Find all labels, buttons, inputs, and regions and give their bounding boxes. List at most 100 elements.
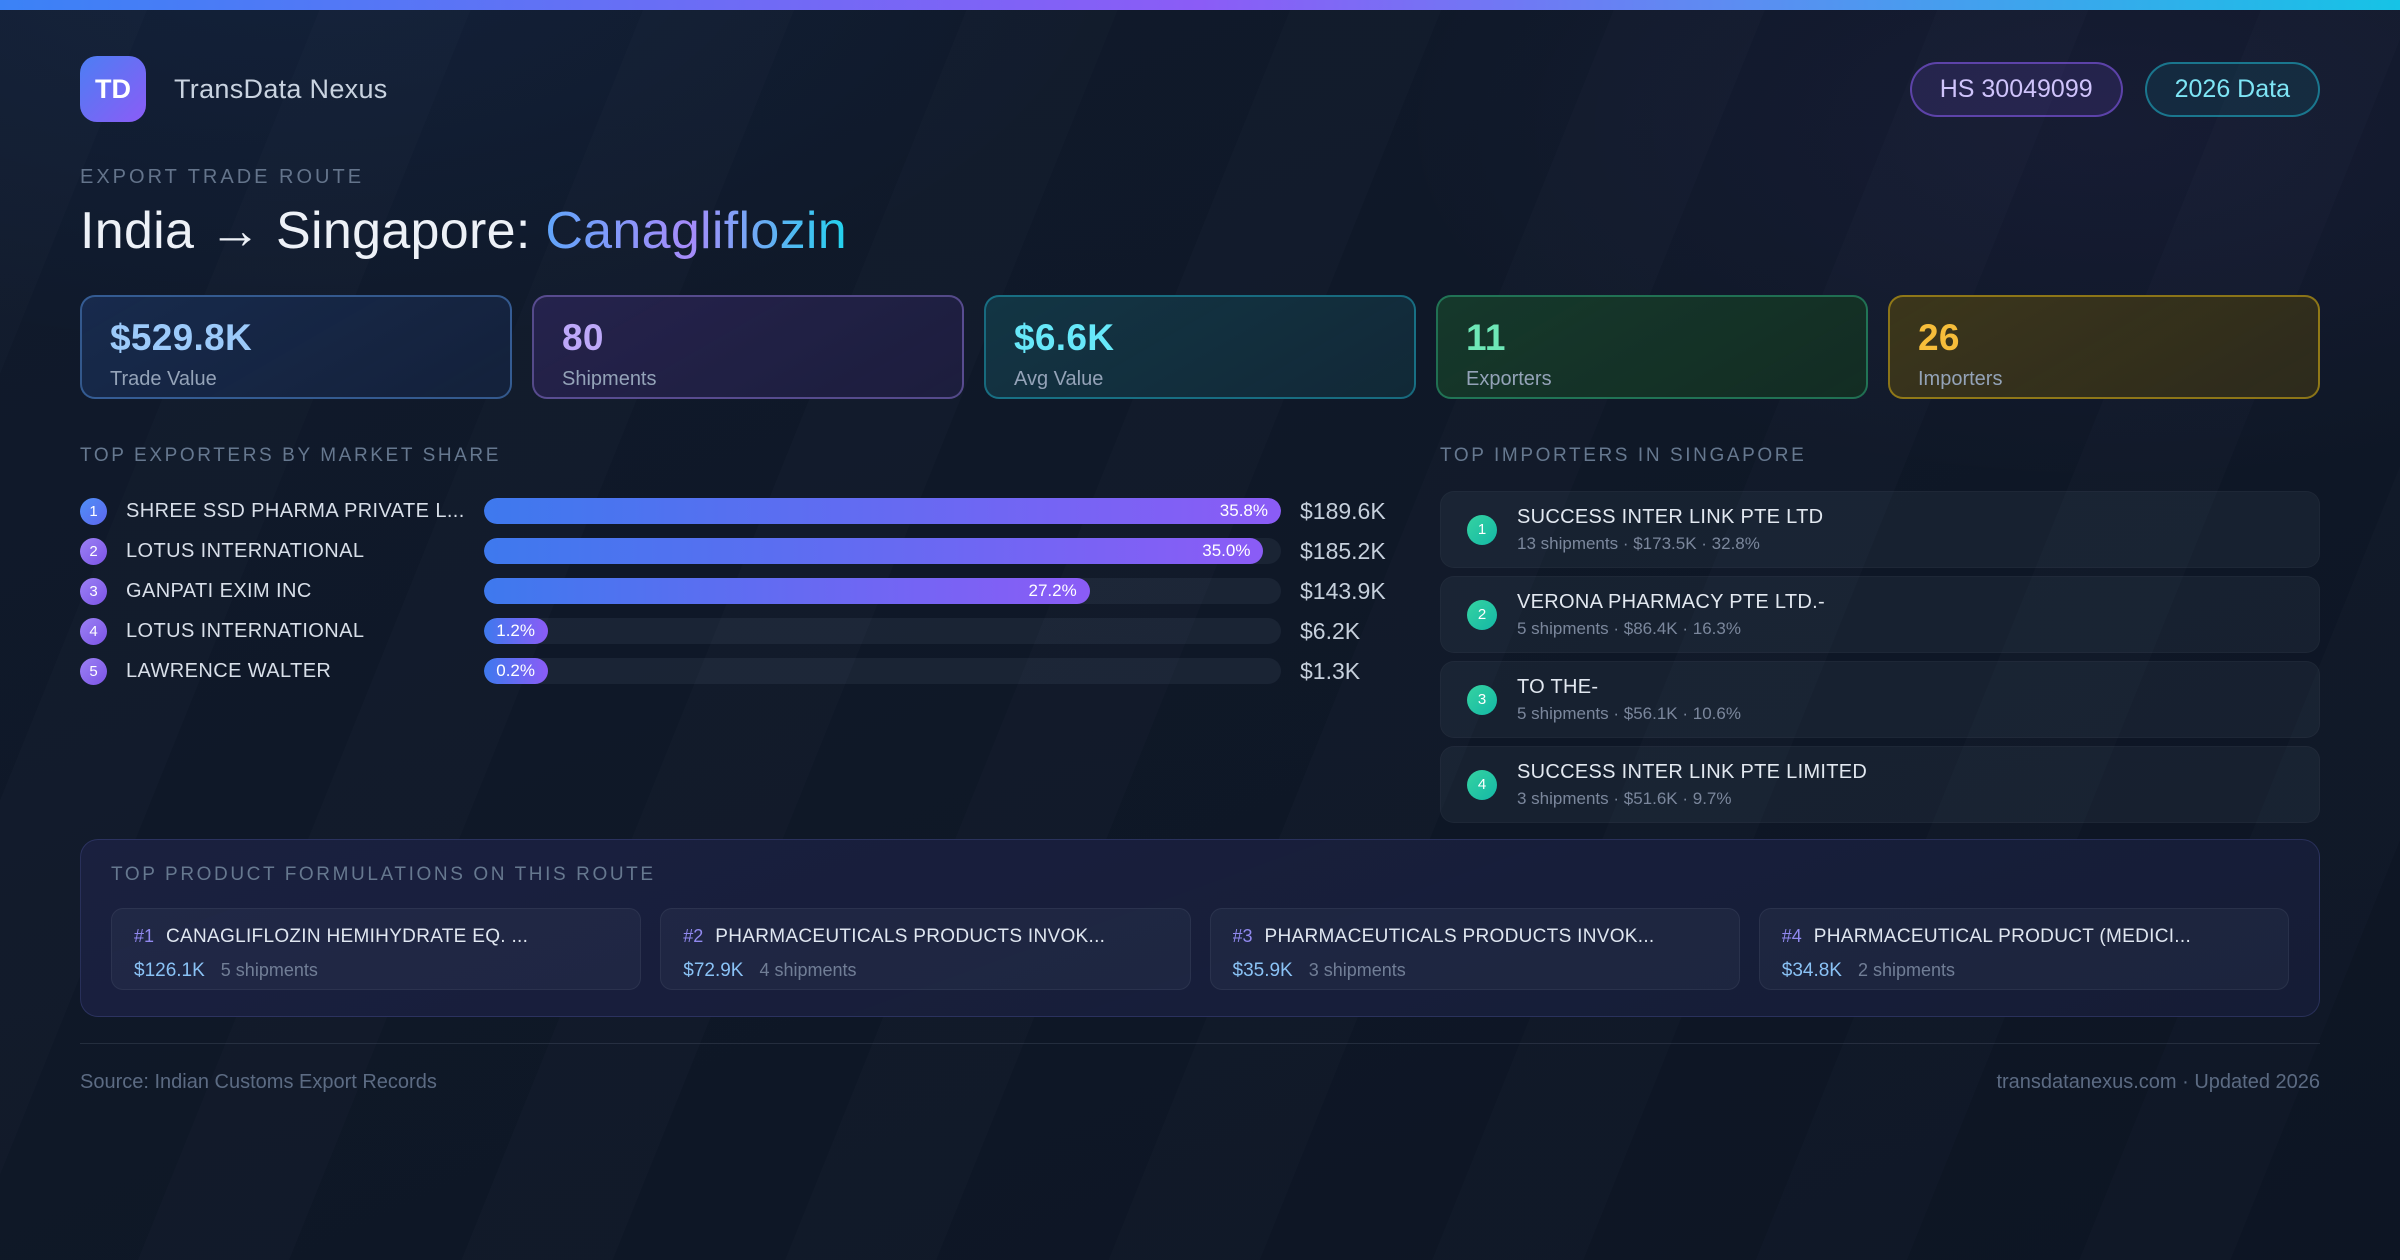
- formulation-shipments: 5 shipments: [220, 960, 318, 980]
- stat-card: $6.6K Avg Value: [984, 295, 1416, 399]
- rank-badge: 2: [1467, 599, 1497, 630]
- market-share-percent: 27.2%: [1028, 581, 1077, 600]
- exporter-trade-value: $189.6K: [1300, 497, 1386, 524]
- stat-label: Trade Value: [110, 368, 217, 390]
- product-title: Canagliflozin: [545, 202, 847, 260]
- formulation-value: $35.9K: [1232, 960, 1293, 981]
- exporter-row[interactable]: 2 LOTUS INTERNATIONAL 35.0% $185.2K: [80, 531, 1386, 571]
- formulation-stats: $34.8K 2 shipments: [1782, 960, 2266, 982]
- formulation-name: PHARMACEUTICALS PRODUCTS INVOK...: [715, 926, 1106, 947]
- market-share-bar: 35.8%: [484, 498, 1281, 524]
- importers-list: 1 SUCCESS INTER LINK PTE LTD 13 shipment…: [1440, 491, 2320, 823]
- rank-badge: 1: [1467, 514, 1497, 545]
- formulation-value: $126.1K: [134, 960, 205, 981]
- site-note: transdatanexus.com · Updated 2026: [1996, 1071, 2320, 1093]
- stat-value: 26: [1918, 317, 1960, 358]
- market-share-percent: 0.2%: [496, 661, 535, 680]
- formulations-list: #1 CANAGLIFLOZIN HEMIHYDRATE EQ. ... $12…: [111, 908, 2289, 990]
- formulation-name: PHARMACEUTICAL PRODUCT (MEDICI...: [1813, 926, 2192, 947]
- stat-value: 80: [562, 317, 604, 358]
- stat-value: $529.8K: [110, 317, 252, 358]
- formulation-header: #1 CANAGLIFLOZIN HEMIHYDRATE EQ. ...: [134, 926, 618, 948]
- importer-info: VERONA PHARMACY PTE LTD.- 5 shipments · …: [1517, 591, 1825, 639]
- importer-name: SUCCESS INTER LINK PTE LIMITED: [1517, 760, 1868, 783]
- stat-label: Importers: [1918, 368, 2003, 390]
- importer-meta: 13 shipments · $173.5K · 32.8%: [1517, 533, 1760, 553]
- stat-card: $529.8K Trade Value: [80, 295, 512, 399]
- formulation-rank: #1: [134, 926, 155, 946]
- stat-value: 11: [1466, 317, 1506, 358]
- importers-section: TOP IMPORTERS IN SINGAPORE 1 SUCCESS INT…: [1440, 445, 2320, 831]
- brand: TD TransData Nexus: [80, 56, 388, 122]
- exporters-list: 1 SHREE SSD PHARMA PRIVATE L... 35.8% $1…: [80, 491, 1386, 691]
- app-name: TransData Nexus: [174, 73, 388, 104]
- exporter-row[interactable]: 5 LAWRENCE WALTER 0.2% $1.3K: [80, 651, 1377, 691]
- formulation-card[interactable]: #2 PHARMACEUTICALS PRODUCTS INVOK... $72…: [660, 908, 1191, 990]
- importer-card[interactable]: 4 SUCCESS INTER LINK PTE LIMITED 3 shipm…: [1440, 746, 2320, 823]
- rank-badge: 5: [80, 657, 107, 685]
- header-badges: HS 30049099 2026 Data: [1909, 61, 2320, 117]
- year-data-badge[interactable]: 2026 Data: [2144, 61, 2320, 117]
- importer-card[interactable]: 3 TO THE- 5 shipments · $56.1K · 10.6%: [1440, 661, 2320, 738]
- formulation-header: #4 PHARMACEUTICAL PRODUCT (MEDICI...: [1782, 926, 2266, 948]
- formulations-panel: TOP PRODUCT FORMULATIONS ON THIS ROUTE #…: [80, 839, 2320, 1017]
- exporter-row[interactable]: 1 SHREE SSD PHARMA PRIVATE L... 35.8% $1…: [80, 491, 1386, 531]
- rank-badge: 1: [80, 497, 107, 525]
- exporters-heading: TOP EXPORTERS BY MARKET SHARE: [80, 445, 502, 466]
- importer-name: TO THE-: [1517, 675, 1599, 698]
- logo: TD: [80, 56, 146, 122]
- exporter-name: LOTUS INTERNATIONAL: [126, 619, 365, 642]
- importers-heading: TOP IMPORTERS IN SINGAPORE: [1440, 445, 1807, 466]
- importer-card[interactable]: 1 SUCCESS INTER LINK PTE LTD 13 shipment…: [1440, 491, 2320, 568]
- rank-badge: 2: [80, 537, 107, 565]
- importer-name: SUCCESS INTER LINK PTE LTD: [1517, 505, 1824, 528]
- market-share-bar: 0.2%: [484, 658, 548, 684]
- importer-info: SUCCESS INTER LINK PTE LIMITED 3 shipmen…: [1517, 761, 1867, 809]
- exporter-trade-value: $185.2K: [1300, 537, 1386, 564]
- exporter-row[interactable]: 3 GANPATI EXIM INC 27.2% $143.9K: [80, 571, 1386, 611]
- formulation-name: CANAGLIFLOZIN HEMIHYDRATE EQ. ...: [166, 926, 529, 947]
- formulation-stats: $126.1K 5 shipments: [134, 960, 618, 982]
- formulation-value: $34.8K: [1781, 960, 1842, 981]
- exporter-row[interactable]: 4 LOTUS INTERNATIONAL 1.2% $6.2K: [80, 611, 1377, 651]
- formulations-heading: TOP PRODUCT FORMULATIONS ON THIS ROUTE: [111, 864, 656, 885]
- formulation-name: PHARMACEUTICALS PRODUCTS INVOK...: [1264, 926, 1655, 947]
- formulation-card[interactable]: #3 PHARMACEUTICALS PRODUCTS INVOK... $35…: [1209, 908, 1740, 990]
- exporter-trade-value: $6.2K: [1300, 617, 1361, 644]
- market-share-track: 0.2%: [484, 658, 1281, 684]
- formulation-stats: $72.9K 4 shipments: [683, 960, 1167, 982]
- exporter-name: SHREE SSD PHARMA PRIVATE L...: [126, 499, 465, 522]
- formulation-shipments: 2 shipments: [1857, 960, 1956, 980]
- top-accent-bar: [0, 0, 2400, 10]
- main-columns: TOP EXPORTERS BY MARKET SHARE 1 SHREE SS…: [80, 445, 2320, 831]
- exporter-name: LOTUS INTERNATIONAL: [126, 539, 365, 562]
- importer-meta: 5 shipments · $56.1K · 10.6%: [1517, 703, 1741, 723]
- market-share-track: 35.8%: [484, 498, 1281, 524]
- rank-badge: 3: [80, 577, 107, 605]
- stat-card: 80 Shipments: [532, 295, 964, 399]
- rank-badge: 4: [80, 617, 107, 645]
- market-share-track: 27.2%: [484, 578, 1281, 604]
- importer-name: VERONA PHARMACY PTE LTD.-: [1517, 590, 1825, 613]
- rank-badge: 3: [1467, 684, 1497, 715]
- market-share-percent: 35.8%: [1219, 501, 1268, 520]
- formulation-card[interactable]: #1 CANAGLIFLOZIN HEMIHYDRATE EQ. ... $12…: [111, 908, 642, 990]
- route-title: India → Singapore:: [80, 202, 531, 260]
- exporter-trade-value: $143.9K: [1300, 577, 1386, 604]
- stat-label: Exporters: [1466, 368, 1552, 390]
- market-share-track: 1.2%: [484, 618, 1281, 644]
- importer-card[interactable]: 2 VERONA PHARMACY PTE LTD.- 5 shipments …: [1440, 576, 2320, 653]
- stat-label: Shipments: [562, 368, 657, 390]
- stat-cards: $529.8K Trade Value 80 Shipments $6.6K A…: [80, 295, 2320, 399]
- formulation-stats: $35.9K 3 shipments: [1233, 960, 1717, 982]
- page-title: India → Singapore: Canagliflozin: [80, 201, 2320, 261]
- importer-meta: 5 shipments · $86.4K · 16.3%: [1517, 618, 1741, 638]
- eyebrow-label: EXPORT TRADE ROUTE: [80, 166, 365, 188]
- market-share-bar: 1.2%: [484, 618, 548, 644]
- importer-info: TO THE- 5 shipments · $56.1K · 10.6%: [1517, 676, 1741, 724]
- formulation-shipments: 4 shipments: [759, 960, 857, 980]
- formulation-rank: #3: [1232, 926, 1253, 946]
- formulation-card[interactable]: #4 PHARMACEUTICAL PRODUCT (MEDICI... $34…: [1758, 908, 2289, 990]
- hs-code-badge[interactable]: HS 30049099: [1909, 61, 2123, 117]
- page: TD TransData Nexus HS 30049099 2026 Data…: [0, 56, 2400, 1094]
